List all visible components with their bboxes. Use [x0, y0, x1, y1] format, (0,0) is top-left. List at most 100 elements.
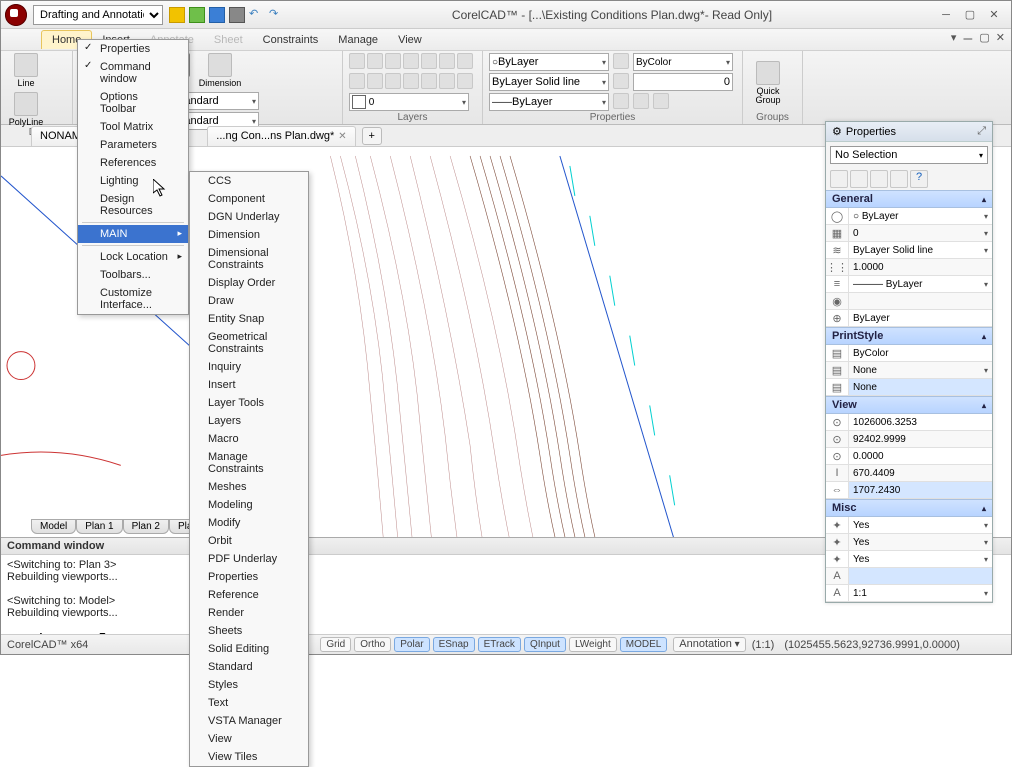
props-row[interactable]: A	[826, 568, 992, 585]
submenu-item[interactable]: Macro	[190, 430, 308, 448]
submenu-item[interactable]: Inquiry	[190, 358, 308, 376]
props-row[interactable]: ✦Yes▾	[826, 534, 992, 551]
props-row[interactable]: ◉	[826, 293, 992, 310]
menu-item-customize-interface-[interactable]: Customize Interface...	[78, 284, 188, 314]
submenu-item[interactable]: Text	[190, 694, 308, 712]
submenu-item[interactable]: Modify	[190, 514, 308, 532]
menu-item-properties[interactable]: Properties	[78, 40, 188, 58]
props-row[interactable]: ▤None	[826, 379, 992, 396]
props-row[interactable]: ⊕ByLayer	[826, 310, 992, 327]
props-row[interactable]: ≡——— ByLayer▾	[826, 276, 992, 293]
panel-close-icon[interactable]: ⤢	[977, 125, 986, 138]
maximize-button[interactable]: ▢	[963, 8, 977, 22]
quick-group-button[interactable]: Quick Group	[749, 61, 787, 105]
menu-view[interactable]: View	[388, 31, 432, 49]
open-icon[interactable]	[189, 7, 205, 23]
props-tool[interactable]	[830, 170, 848, 188]
submenu-item[interactable]: Sheets	[190, 622, 308, 640]
submenu-item[interactable]: Display Order	[190, 274, 308, 292]
submenu-item[interactable]: Modeling	[190, 496, 308, 514]
menu-item-lighting[interactable]: Lighting	[78, 172, 188, 190]
submenu-item[interactable]: View	[190, 730, 308, 748]
bycolor-dropdown[interactable]: ByColor▾	[633, 53, 733, 71]
status-toggle-ortho[interactable]: Ortho	[354, 637, 391, 652]
polyline-tool[interactable]: PolyLine	[7, 92, 45, 127]
save-icon[interactable]	[209, 7, 225, 23]
minimize-button[interactable]: ─	[939, 8, 953, 22]
submenu-item[interactable]: Entity Snap	[190, 310, 308, 328]
new-icon[interactable]	[169, 7, 185, 23]
submenu-item[interactable]: Styles	[190, 676, 308, 694]
print-icon[interactable]	[229, 7, 245, 23]
sheet-tab-model[interactable]: Model	[31, 519, 76, 534]
props-row[interactable]: A1:1▾	[826, 585, 992, 602]
props-row[interactable]: ✦Yes▾	[826, 551, 992, 568]
props-row[interactable]: I670.4409	[826, 465, 992, 482]
submenu-item[interactable]: Properties	[190, 568, 308, 586]
menu-item-command-window[interactable]: Command window	[78, 58, 188, 88]
bycolor-icon[interactable]	[613, 53, 629, 69]
add-tab-button[interactable]: +	[362, 127, 382, 145]
submenu-item[interactable]: Meshes	[190, 478, 308, 496]
submenu-item[interactable]: DGN Underlay	[190, 208, 308, 226]
menu-constraints[interactable]: Constraints	[253, 31, 329, 49]
close-icon[interactable]: ✕	[338, 131, 346, 142]
status-toggle-esnap[interactable]: ESnap	[433, 637, 475, 652]
status-toggle-polar[interactable]: Polar	[394, 637, 429, 652]
submenu-item[interactable]: Layer Tools	[190, 394, 308, 412]
menu-item-toolbars-[interactable]: Toolbars...	[78, 266, 188, 284]
submenu-item[interactable]: Layers	[190, 412, 308, 430]
submenu-item[interactable]: Reference	[190, 586, 308, 604]
props-tool[interactable]	[890, 170, 908, 188]
submenu-item[interactable]: Render	[190, 604, 308, 622]
color-dropdown[interactable]: ○ ByLayer▾	[489, 53, 609, 71]
mdi-close[interactable]: ✕	[996, 31, 1005, 47]
linetype-dropdown[interactable]: —— ByLayer▾	[489, 93, 609, 111]
submenu-item[interactable]: View Tiles	[190, 748, 308, 766]
props-row[interactable]: ⋮⋮1.0000	[826, 259, 992, 276]
props-row[interactable]: ▤None▾	[826, 362, 992, 379]
submenu-item[interactable]: Solid Editing	[190, 640, 308, 658]
submenu-item[interactable]: Manage Constraints	[190, 448, 308, 478]
menu-item-references[interactable]: References	[78, 154, 188, 172]
lineweight-input[interactable]: 0	[633, 73, 733, 91]
props-row[interactable]: ⇔1707.2430	[826, 482, 992, 499]
props-row[interactable]: ≋ByLayer Solid line▾	[826, 242, 992, 259]
props-row[interactable]: ⊙0.0000	[826, 448, 992, 465]
submenu-item[interactable]: Orbit	[190, 532, 308, 550]
mdi-max[interactable]: ▢	[979, 31, 989, 47]
props-tool[interactable]	[870, 170, 888, 188]
app-logo[interactable]	[5, 4, 27, 26]
menu-item-lock-location[interactable]: Lock Location	[78, 248, 188, 266]
status-toggle-qinput[interactable]: QInput	[524, 637, 566, 652]
menu-sheet[interactable]: Sheet	[204, 31, 253, 49]
submenu-item[interactable]: Dimension	[190, 226, 308, 244]
close-button[interactable]: ✕	[987, 8, 1001, 22]
annotation-dropdown[interactable]: Annotation ▾	[673, 637, 745, 652]
submenu-item[interactable]: Standard	[190, 658, 308, 676]
status-toggle-etrack[interactable]: ETrack	[478, 637, 521, 652]
workspace-selector[interactable]: Drafting and Annotation	[33, 5, 163, 25]
submenu-item[interactable]: Component	[190, 190, 308, 208]
mdi-minimize[interactable]: ▾	[951, 31, 957, 47]
sheet-tab[interactable]: Plan 2	[123, 519, 169, 534]
menu-item-options-toolbar[interactable]: Options Toolbar	[78, 88, 188, 118]
linestyle-dropdown[interactable]: ByLayer Solid line▾	[489, 73, 609, 91]
submenu-item[interactable]: Dimensional Constraints	[190, 244, 308, 274]
menu-item-tool-matrix[interactable]: Tool Matrix	[78, 118, 188, 136]
props-section-view[interactable]: View▴	[826, 396, 992, 414]
submenu-item[interactable]: Draw	[190, 292, 308, 310]
props-row[interactable]: ▦0▾	[826, 225, 992, 242]
props-section-general[interactable]: General▴	[826, 190, 992, 208]
line-tool[interactable]: Line	[7, 53, 45, 88]
submenu-item[interactable]: PDF Underlay	[190, 550, 308, 568]
submenu-item[interactable]: Insert	[190, 376, 308, 394]
props-section-printstyle[interactable]: PrintStyle▴	[826, 327, 992, 345]
submenu-item[interactable]: CCS	[190, 172, 308, 190]
file-tab-active[interactable]: ...ng Con...ns Plan.dwg*✕	[207, 126, 355, 146]
props-row[interactable]: ▤ByColor	[826, 345, 992, 362]
menu-item-design-resources[interactable]: Design Resources	[78, 190, 188, 220]
sheet-tab[interactable]: Plan 1	[76, 519, 122, 534]
status-toggle-model[interactable]: MODEL	[620, 637, 668, 652]
status-toggle-grid[interactable]: Grid	[320, 637, 351, 652]
